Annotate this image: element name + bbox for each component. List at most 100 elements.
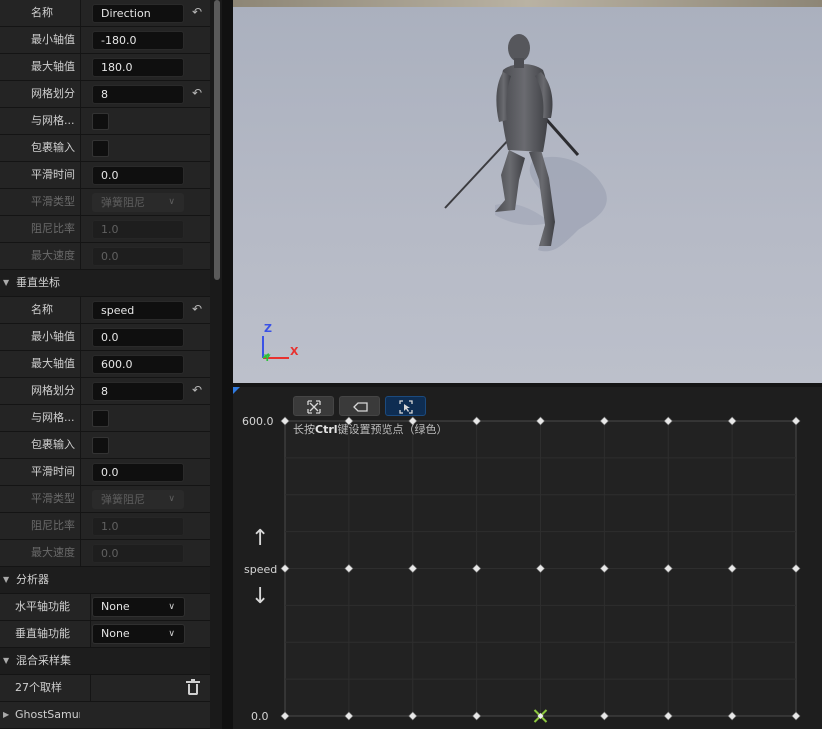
horizontal-axis-row: 阻尼比率 1.0 [0, 216, 210, 243]
property-label: 水平轴功能 [15, 600, 70, 613]
row-vertical-axis-function: 垂直轴功能 None ∨ [0, 621, 210, 648]
reset-arrow-icon[interactable]: ↶ [192, 383, 206, 397]
category-title: 分析器 [16, 573, 49, 586]
horizontal-axis-dropdown: 弹簧阻尼 ∨ [92, 193, 184, 212]
reset-arrow-icon[interactable]: ↶ [192, 5, 206, 19]
preview-viewport[interactable]: Z X Y [233, 0, 822, 383]
axis-x-label: X [290, 345, 299, 358]
horizontal-axis-value-field[interactable]: 0.0 [92, 166, 184, 185]
property-label: 平滑类型 [31, 195, 75, 208]
row-sample-asset[interactable]: ▶ GhostSamur [0, 702, 210, 729]
horizontal-axis-row: 网格划分 8 ↶ [0, 81, 210, 108]
vertical-axis-row: 名称 speed ↶ [0, 297, 210, 324]
details-panel: 名称 Direction ↶ 最小轴值 -180.0 最大轴值 180.0 网格划分 8 ↶ 与网格… [0, 0, 210, 729]
y-min-label: 0.0 [251, 710, 269, 723]
horizontal-function-dropdown[interactable]: None ∨ [92, 597, 185, 617]
y-max-label: 600.0 [242, 415, 274, 428]
details-scrollbar-thumb[interactable] [214, 0, 220, 280]
property-label: 网格划分 [31, 384, 75, 397]
category-title: 垂直坐标 [16, 276, 60, 289]
horizontal-axis-row: 最大轴值 180.0 [0, 54, 210, 81]
vertical-function-dropdown[interactable]: None ∨ [92, 624, 185, 644]
horizontal-axis-row: 平滑时间 0.0 [0, 162, 210, 189]
horizontal-axis-row: 平滑类型 弹簧阻尼 ∨ [0, 189, 210, 216]
axis-z-label: Z [264, 322, 272, 335]
ctrl-preview-hint: 长按Ctrl键设置预览点（绿色） [293, 421, 448, 437]
horizontal-axis-row: 最小轴值 -180.0 [0, 27, 210, 54]
category-blend-samples[interactable]: ▼ 混合采样集 [0, 648, 210, 675]
horizontal-axis-row: 最大速度 0.0 [0, 243, 210, 270]
vertical-axis-section: 名称 speed ↶ 最小轴值 0.0 最大轴值 600.0 网格划分 8 ↶ 与网格... 包裹输入… [0, 297, 210, 567]
property-label: 名称 [31, 303, 53, 316]
y-axis-name: speed [244, 563, 278, 576]
vertical-axis-row: 包裹输入 [0, 432, 210, 459]
property-label: 包裹输入 [31, 438, 75, 451]
category-analysis[interactable]: ▼ 分析器 [0, 567, 210, 594]
property-label: 最小轴值 [31, 33, 75, 46]
property-label: 阻尼比率 [31, 519, 75, 532]
horizontal-axis-section: 名称 Direction ↶ 最小轴值 -180.0 最大轴值 180.0 网格划分 8 ↶ 与网格… [0, 0, 210, 270]
row-sample-count: 27个取样 [0, 675, 210, 702]
trash-icon[interactable] [186, 679, 200, 696]
vertical-axis-row: 最小轴值 0.0 [0, 324, 210, 351]
character-preview [444, 34, 607, 252]
vertical-axis-value-field[interactable]: speed [92, 301, 184, 320]
dropdown-value: None [101, 627, 130, 640]
axis-y-label: Y [264, 354, 271, 364]
vertical-axis-value-field[interactable]: 0.0 [92, 328, 184, 347]
vertical-axis-value-field[interactable]: 8 [92, 382, 184, 401]
property-label: 平滑类型 [31, 492, 75, 505]
vertical-axis-checkbox[interactable] [92, 437, 109, 454]
property-label: 与网格... [31, 114, 75, 127]
property-label: 垂直轴功能 [15, 627, 70, 640]
row-horizontal-axis-function: 水平轴功能 None ∨ [0, 594, 210, 621]
reset-arrow-icon[interactable]: ↶ [192, 86, 206, 100]
property-label: 平滑时间 [31, 465, 75, 478]
horizontal-axis-checkbox[interactable] [92, 113, 109, 130]
horizontal-axis-value-field[interactable]: 8 [92, 85, 184, 104]
vertical-axis-checkbox[interactable] [92, 410, 109, 427]
arrow-down-icon: ↓ [251, 584, 270, 609]
hint-key: Ctrl [315, 423, 338, 436]
horizontal-axis-row: 名称 Direction ↶ [0, 0, 210, 27]
horizontal-axis-value-field[interactable]: -180.0 [92, 31, 184, 50]
property-label: 阻尼比率 [31, 222, 75, 235]
vertical-axis-value-field: 1.0 [92, 517, 184, 536]
dropdown-value: 弹簧阻尼 [101, 493, 145, 506]
vertical-axis-row: 网格划分 8 ↶ [0, 378, 210, 405]
panel-splitter[interactable] [222, 0, 233, 729]
vertical-axis-row: 最大轴值 600.0 [0, 351, 210, 378]
dropdown-value: None [101, 600, 130, 613]
vertical-axis-row: 阻尼比率 1.0 [0, 513, 210, 540]
chevron-down-icon: ∨ [168, 494, 175, 504]
arrow-up-icon: ↑ [251, 526, 270, 551]
dropdown-value: 弹簧阻尼 [101, 196, 145, 209]
sample-asset-label: GhostSamur [15, 708, 80, 721]
category-vertical-axis[interactable]: ▼ 垂直坐标 [0, 270, 210, 297]
horizontal-axis-value-field: 1.0 [92, 220, 184, 239]
blend-space-graph[interactable]: 600.0 0.0 ↑ speed ↓ 长按Ctrl键设置预览点（绿色） [233, 383, 822, 729]
property-label: 与网格... [31, 411, 75, 424]
vertical-axis-value-field[interactable]: 0.0 [92, 463, 184, 482]
category-title: 混合采样集 [16, 654, 71, 667]
horizontal-axis-value-field[interactable]: Direction [92, 4, 184, 23]
property-label: 最大轴值 [31, 60, 75, 73]
horizontal-axis-checkbox[interactable] [92, 140, 109, 157]
collapse-triangle-icon[interactable]: ▼ [3, 270, 9, 296]
hint-suffix: 键设置预览点（绿色） [337, 423, 448, 436]
property-label: 名称 [31, 6, 53, 19]
horizontal-axis-value-field: 0.0 [92, 247, 184, 266]
hint-prefix: 长按 [293, 423, 315, 436]
horizontal-axis-row: 包裹输入 [0, 135, 210, 162]
horizontal-axis-value-field[interactable]: 180.0 [92, 58, 184, 77]
collapse-triangle-icon[interactable]: ▼ [3, 648, 9, 674]
property-label: 最大速度 [31, 546, 75, 559]
reset-arrow-icon[interactable]: ↶ [192, 302, 206, 316]
vertical-axis-row: 最大速度 0.0 [0, 540, 210, 567]
horizontal-axis-row: 与网格... [0, 108, 210, 135]
property-label: 包裹输入 [31, 141, 75, 154]
vertical-axis-value-field[interactable]: 600.0 [92, 355, 184, 374]
collapse-triangle-icon[interactable]: ▼ [3, 567, 9, 593]
chevron-down-icon: ∨ [168, 629, 175, 639]
vertical-axis-dropdown: 弹簧阻尼 ∨ [92, 490, 184, 509]
